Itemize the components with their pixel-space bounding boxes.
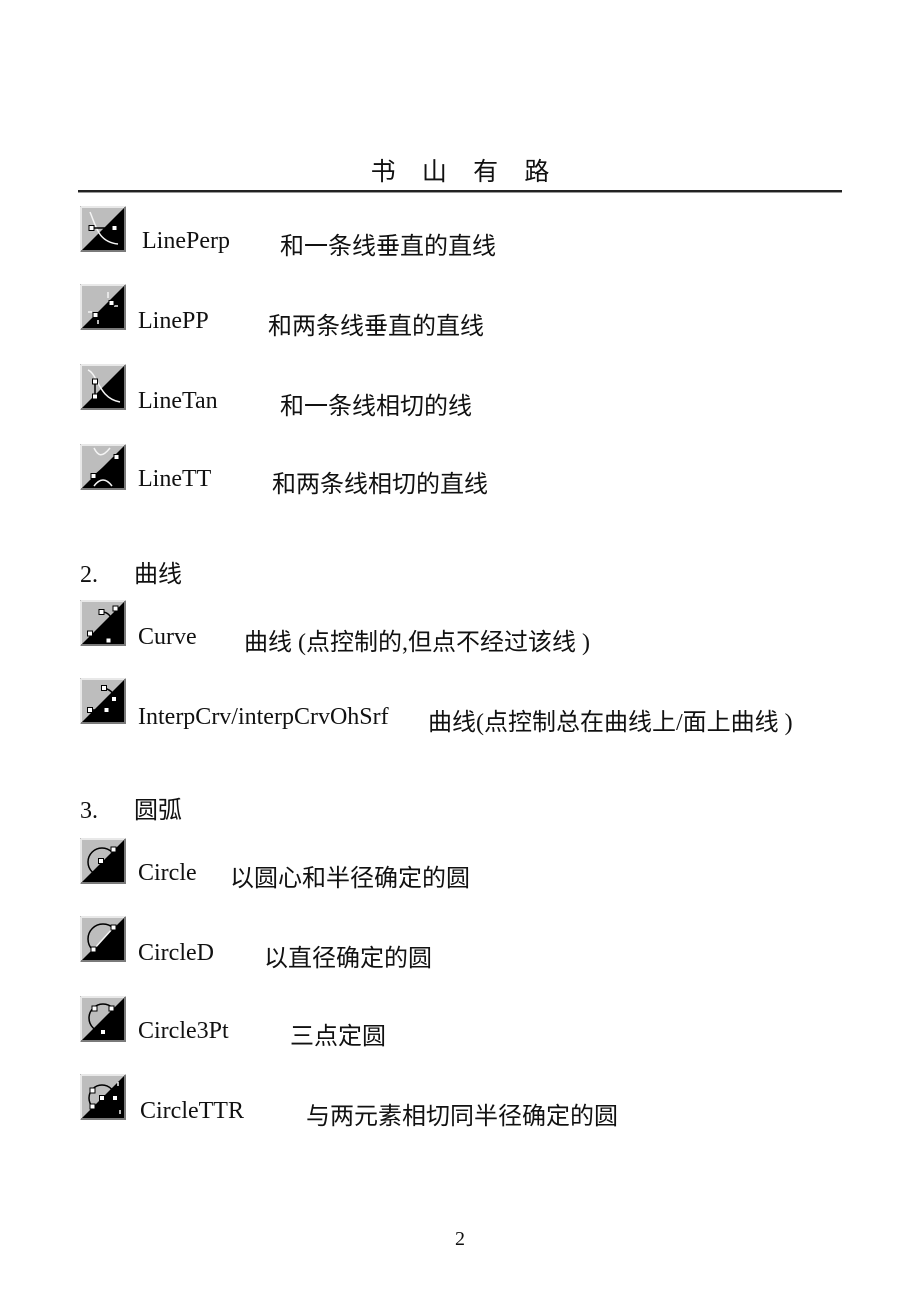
command-name: LinePP — [138, 308, 209, 334]
command-description: 和一条线垂直的直线 — [280, 234, 496, 260]
line-perp-icon — [80, 206, 126, 252]
header-char: 书 — [370, 159, 396, 186]
command-description: 曲线(点控制总在曲线上/面上曲线 ) — [428, 710, 793, 736]
command-name: Circle3Pt — [138, 1018, 229, 1044]
curve-icon — [80, 600, 126, 646]
header-char: 有 — [473, 159, 499, 186]
command-name: Curve — [138, 624, 197, 650]
page-header: 书 山 有 路 — [0, 152, 920, 188]
section-title: 曲线 — [134, 562, 182, 588]
command-name: InterpCrv/interpCrvOhSrf — [138, 704, 389, 730]
line-pp-icon — [80, 284, 126, 330]
section-number: 2. — [80, 562, 98, 588]
section-title: 圆弧 — [134, 798, 182, 824]
command-description: 和两条线垂直的直线 — [268, 314, 484, 340]
command-name: CircleD — [138, 940, 214, 966]
command-description: 和两条线相切的直线 — [272, 472, 488, 498]
command-description: 以直径确定的圆 — [264, 946, 432, 972]
command-name: Circle — [138, 860, 197, 886]
command-description: 与两元素相切同半径确定的圆 — [306, 1104, 618, 1130]
circle-icon — [80, 838, 126, 884]
circle-ttr-icon — [80, 1074, 126, 1120]
command-name: LinePerp — [142, 228, 230, 254]
command-description: 三点定圆 — [290, 1024, 386, 1050]
header-char: 路 — [524, 159, 550, 186]
command-name: LineTT — [138, 466, 212, 492]
command-name: CircleTTR — [140, 1098, 244, 1124]
interp-curve-icon — [80, 678, 126, 724]
section-heading: 3. 圆弧 — [80, 790, 182, 825]
section-heading: 2. 曲线 — [80, 554, 182, 589]
line-tt-icon — [80, 444, 126, 490]
command-description: 以圆心和半径确定的圆 — [230, 866, 470, 892]
circle-3pt-icon — [80, 996, 126, 1042]
header-char: 山 — [421, 159, 447, 186]
command-description: 曲线 (点控制的,但点不经过该线 ) — [244, 630, 590, 656]
page-number: 2 — [455, 1228, 465, 1250]
header-rule — [78, 190, 842, 193]
command-name: LineTan — [138, 388, 218, 414]
line-tan-icon — [80, 364, 126, 410]
circle-diameter-icon — [80, 916, 126, 962]
section-number: 3. — [80, 798, 98, 824]
command-description: 和一条线相切的线 — [280, 394, 472, 420]
